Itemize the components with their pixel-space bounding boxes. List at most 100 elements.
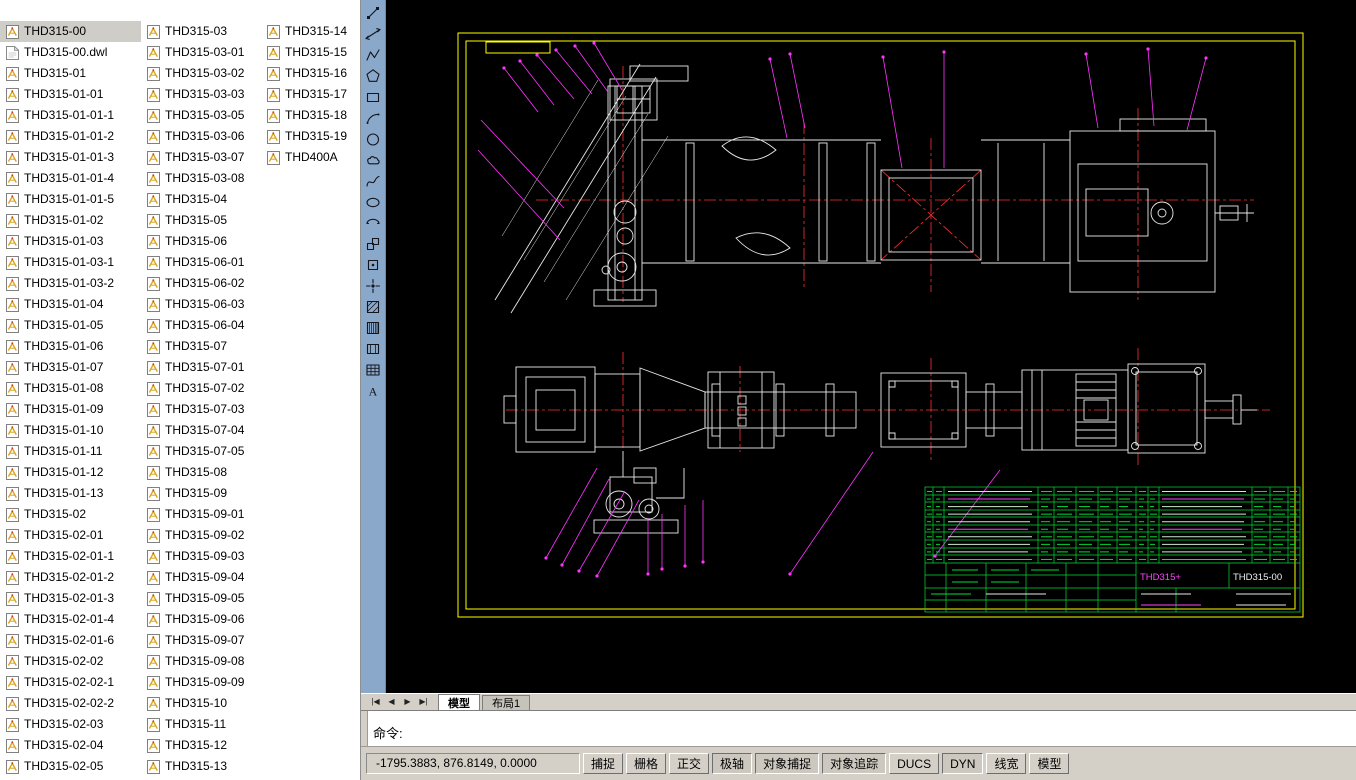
file-list-item[interactable]: THD315-02-05 (0, 756, 141, 777)
file-list-item[interactable]: THD315-02-01-2 (0, 567, 141, 588)
file-list-item[interactable]: THD315-02-02 (0, 651, 141, 672)
file-list-item[interactable]: THD315-16 (261, 63, 360, 84)
tab-layout1[interactable]: 布局1 (482, 695, 530, 710)
tool-multiline-text-button[interactable]: A (363, 381, 384, 401)
file-list-item[interactable]: THD315-07-03 (141, 399, 261, 420)
tool-polyline-button[interactable] (363, 45, 384, 65)
file-list-item[interactable]: THD315-09-01 (141, 504, 261, 525)
file-list-item[interactable]: THD315-09-08 (141, 651, 261, 672)
cad-canvas[interactable]: THD315+ THD315-00 (386, 0, 1356, 693)
tool-table-button[interactable] (363, 360, 384, 380)
file-list-item[interactable]: THD315-19 (261, 126, 360, 147)
command-window[interactable]: 命令: (361, 710, 1356, 746)
file-list-item[interactable]: THD315-06 (141, 231, 261, 252)
file-list-item[interactable]: THD315-13 (141, 756, 261, 777)
file-list-item[interactable]: THD315-01-01-2 (0, 126, 141, 147)
file-list-item[interactable]: THD315-03-02 (141, 63, 261, 84)
command-window-grip[interactable] (361, 711, 368, 746)
file-list-item[interactable]: THD315-03 (141, 21, 261, 42)
file-list-item[interactable]: THD315-06-02 (141, 273, 261, 294)
file-list-item[interactable]: THD315-03-01 (141, 42, 261, 63)
tool-insert-block-button[interactable] (363, 234, 384, 254)
file-list-item[interactable]: THD315-09-06 (141, 609, 261, 630)
file-list-item[interactable]: THD315-03-07 (141, 147, 261, 168)
file-list-item[interactable]: THD315-02-01-1 (0, 546, 141, 567)
file-list-item[interactable]: THD315-15 (261, 42, 360, 63)
file-list-item[interactable]: THD315-09 (141, 483, 261, 504)
file-list-item[interactable]: THD315-11 (141, 714, 261, 735)
file-list-item[interactable]: THD315-02-01-4 (0, 609, 141, 630)
status-toggle-dyn[interactable]: DYN (942, 753, 983, 774)
tool-gradient-button[interactable] (363, 318, 384, 338)
file-list-item[interactable]: THD315-06-03 (141, 294, 261, 315)
file-list-item[interactable]: THD315-00.dwl (0, 42, 141, 63)
file-list-item[interactable]: THD315-09-07 (141, 630, 261, 651)
tool-spline-button[interactable] (363, 171, 384, 191)
file-list-item[interactable]: THD315-09-09 (141, 672, 261, 693)
first-tab-button[interactable]: |◀ (368, 695, 383, 709)
tool-ellipse-arc-button[interactable] (363, 213, 384, 233)
file-list-item[interactable]: THD315-01-10 (0, 420, 141, 441)
file-list-item[interactable]: THD315-01-08 (0, 378, 141, 399)
file-list-item[interactable]: THD315-01-01 (0, 84, 141, 105)
status-toggle-ducs[interactable]: DUCS (889, 753, 939, 774)
file-list-item[interactable]: THD315-09-03 (141, 546, 261, 567)
file-list-item[interactable]: THD315-02-01-6 (0, 630, 141, 651)
file-list-item[interactable]: THD315-01-12 (0, 462, 141, 483)
tool-make-block-button[interactable] (363, 255, 384, 275)
file-list-item[interactable]: THD315-01-09 (0, 399, 141, 420)
file-list-item[interactable]: THD315-01-01-4 (0, 168, 141, 189)
file-list-item[interactable]: THD315-07-02 (141, 378, 261, 399)
tool-construction-line-button[interactable] (363, 24, 384, 44)
file-list-item[interactable]: THD315-17 (261, 84, 360, 105)
next-tab-button[interactable]: ▶ (400, 695, 415, 709)
file-list-item[interactable]: THD315-02 (0, 504, 141, 525)
file-list-item[interactable]: THD315-09-02 (141, 525, 261, 546)
file-list-item[interactable]: THD315-00 (0, 21, 141, 42)
tool-hatch-button[interactable] (363, 297, 384, 317)
file-list-item[interactable]: THD315-03-03 (141, 84, 261, 105)
file-list-item[interactable]: THD315-05 (141, 210, 261, 231)
file-list-item[interactable]: THD315-01-03-1 (0, 252, 141, 273)
status-toggle-model-space[interactable]: 模型 (1029, 753, 1069, 774)
file-list-item[interactable]: THD315-01-01-3 (0, 147, 141, 168)
file-list-item[interactable]: THD315-12 (141, 735, 261, 756)
tool-ellipse-button[interactable] (363, 192, 384, 212)
file-list-item[interactable]: THD315-01-06 (0, 336, 141, 357)
tool-line-button[interactable] (363, 3, 384, 23)
file-list-item[interactable]: THD315-01-03-2 (0, 273, 141, 294)
file-list-item[interactable]: THD315-08 (141, 462, 261, 483)
tool-point-button[interactable] (363, 276, 384, 296)
file-list-item[interactable]: THD315-01 (0, 63, 141, 84)
last-tab-button[interactable]: ▶| (416, 695, 431, 709)
file-list-item[interactable]: THD315-01-03 (0, 231, 141, 252)
file-list-item[interactable]: THD315-01-01-1 (0, 105, 141, 126)
file-list-item[interactable]: THD315-04 (141, 189, 261, 210)
status-toggle-osnap[interactable]: 对象捕捉 (755, 753, 819, 774)
file-list-item[interactable]: THD315-06-04 (141, 315, 261, 336)
tool-arc-button[interactable] (363, 108, 384, 128)
file-list-item[interactable]: THD315-01-13 (0, 483, 141, 504)
tool-polygon-button[interactable] (363, 66, 384, 86)
status-toggle-ortho[interactable]: 正交 (669, 753, 709, 774)
file-list-item[interactable]: THD400A (261, 147, 360, 168)
tool-circle-button[interactable] (363, 129, 384, 149)
file-list-item[interactable]: THD315-07-04 (141, 420, 261, 441)
file-list-item[interactable]: THD315-01-01-5 (0, 189, 141, 210)
file-list-item[interactable]: THD315-14 (261, 21, 360, 42)
file-list-item[interactable]: THD315-03-05 (141, 105, 261, 126)
tool-region-button[interactable] (363, 339, 384, 359)
file-list-item[interactable]: THD315-07-01 (141, 357, 261, 378)
status-toggle-otrack[interactable]: 对象追踪 (822, 753, 886, 774)
file-list-item[interactable]: THD315-02-02-1 (0, 672, 141, 693)
file-list-item[interactable]: THD315-06-01 (141, 252, 261, 273)
status-toggle-lineweight[interactable]: 线宽 (986, 753, 1026, 774)
file-list-item[interactable]: THD315-01-11 (0, 441, 141, 462)
tool-rectangle-button[interactable] (363, 87, 384, 107)
file-list-item[interactable]: THD315-01-07 (0, 357, 141, 378)
status-toggle-grid[interactable]: 栅格 (626, 753, 666, 774)
file-list-item[interactable]: THD315-01-05 (0, 315, 141, 336)
file-list-item[interactable]: THD315-02-03 (0, 714, 141, 735)
tab-model[interactable]: 模型 (438, 694, 480, 710)
coordinates-display[interactable]: -1795.3883, 876.8149, 0.0000 (366, 753, 580, 774)
